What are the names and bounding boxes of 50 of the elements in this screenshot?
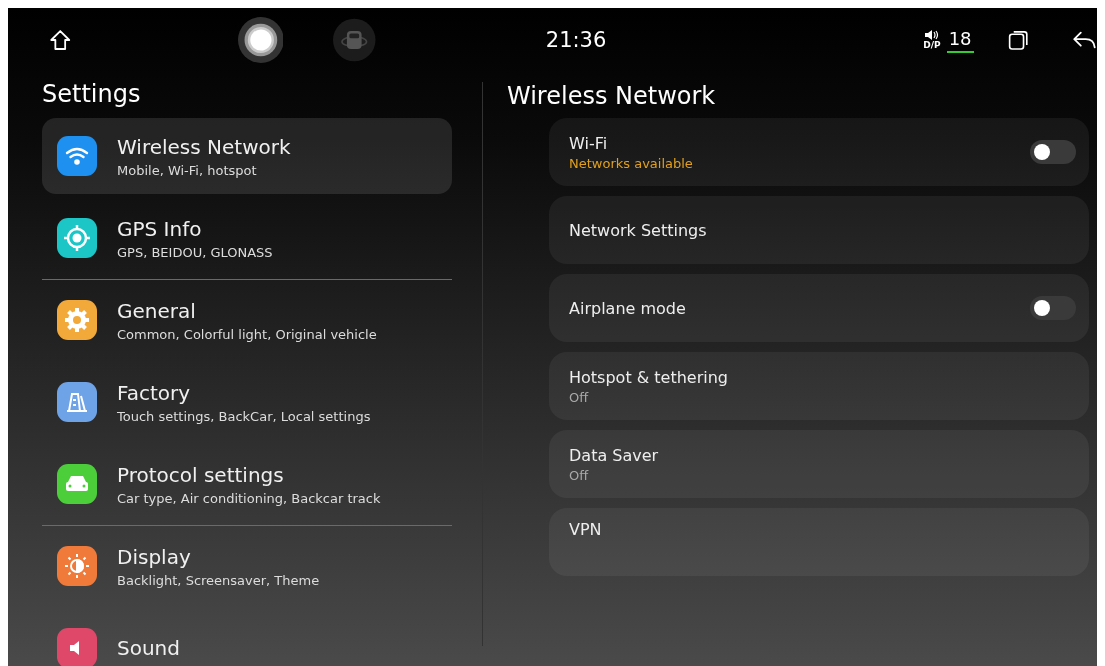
sidebar-item[interactable]: General Common, Colorful light, Original vehicle bbox=[42, 282, 452, 358]
row-title: VPN bbox=[569, 520, 603, 539]
item-title: GPS Info bbox=[117, 216, 203, 241]
speaker-icon bbox=[925, 30, 939, 40]
sidebar-item[interactable]: Factory Touch settings, BackCar, Local settings bbox=[42, 364, 452, 440]
factory-icon bbox=[57, 382, 97, 422]
sound-icon bbox=[57, 628, 97, 666]
row-subtitle: Off bbox=[569, 467, 590, 483]
row-title: Wi-Fi bbox=[569, 133, 609, 153]
item-subtitle: Backlight, Screensaver, Theme bbox=[117, 572, 320, 588]
item-subtitle: Common, Colorful light, Original vehicle bbox=[117, 326, 377, 342]
car-icon bbox=[57, 464, 97, 504]
row-title: Airplane mode bbox=[569, 298, 687, 318]
settings-row[interactable]: Airplane mode bbox=[549, 274, 1089, 342]
settings-row[interactable]: Hotspot & tethering Off bbox=[549, 352, 1089, 420]
item-title: Display bbox=[117, 544, 192, 569]
display-icon bbox=[57, 546, 97, 586]
item-title: Wireless Network bbox=[117, 134, 291, 159]
panel-title: Wireless Network bbox=[507, 82, 717, 110]
item-title: Sound bbox=[117, 636, 180, 660]
gps-icon bbox=[57, 218, 97, 258]
item-subtitle: Touch settings, BackCar, Local settings bbox=[117, 408, 371, 424]
row-subtitle: Networks available bbox=[569, 155, 694, 171]
sidebar-item[interactable]: Protocol settings Car type, Air conditioning, Backcar track bbox=[42, 446, 452, 522]
volume-value[interactable]: 18 bbox=[946, 27, 974, 53]
sidebar-item[interactable]: Display Backlight, Screensaver, Theme bbox=[42, 528, 452, 604]
settings-row[interactable]: VPN bbox=[549, 508, 1089, 576]
sidebar-item[interactable]: GPS Info GPS, BEIDOU, GLONASS bbox=[42, 200, 452, 276]
settings-row[interactable]: Wi-Fi Networks available bbox=[549, 118, 1089, 186]
sidebar-title: Settings bbox=[42, 80, 142, 108]
row-title: Network Settings bbox=[569, 220, 708, 240]
settings-row[interactable]: Data Saver Off bbox=[549, 430, 1089, 498]
item-subtitle: GPS, BEIDOU, GLONASS bbox=[117, 244, 273, 260]
row-subtitle: Off bbox=[569, 389, 590, 405]
audio-mode-label: D/P bbox=[923, 40, 941, 50]
row-title: Data Saver bbox=[569, 445, 660, 465]
clock-time: 21:36 bbox=[545, 28, 607, 52]
item-subtitle: Mobile, Wi-Fi, hotspot bbox=[117, 162, 258, 178]
sidebar-item[interactable]: Wireless Network Mobile, Wi-Fi, hotspot bbox=[42, 118, 452, 194]
row-title: Hotspot & tethering bbox=[569, 367, 729, 387]
toggle-switch[interactable] bbox=[1030, 296, 1076, 320]
sidebar-item[interactable]: Sound bbox=[42, 610, 452, 666]
wifi-icon bbox=[57, 136, 97, 176]
item-title: Factory bbox=[117, 380, 192, 405]
item-subtitle: Car type, Air conditioning, Backcar track bbox=[117, 490, 381, 506]
item-title: General bbox=[117, 298, 197, 323]
gear-icon bbox=[57, 300, 97, 340]
settings-row[interactable]: Network Settings bbox=[549, 196, 1089, 264]
toggle-switch[interactable] bbox=[1030, 140, 1076, 164]
item-title: Protocol settings bbox=[117, 462, 285, 487]
